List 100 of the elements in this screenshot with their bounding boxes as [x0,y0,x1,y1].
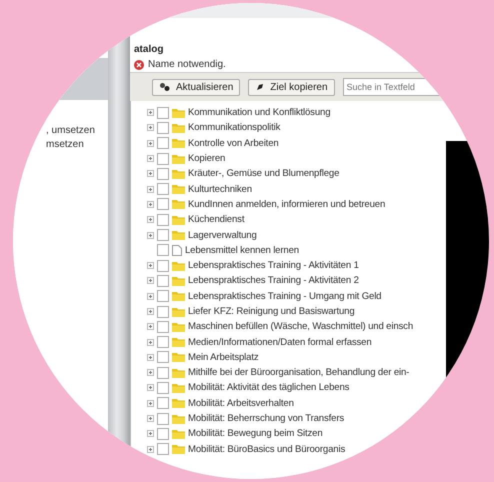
folder-icon [172,214,185,225]
checkbox[interactable] [157,336,169,348]
sidebar-text: , umsetzen [46,125,95,136]
folder-icon [172,108,185,118]
checkbox[interactable] [157,244,169,256]
expand-icon[interactable] [147,216,154,224]
expand-icon[interactable] [147,308,154,315]
tree-item[interactable]: KundInnen anmelden, informieren und betreuen [147,196,386,212]
folder-icon [172,199,185,210]
checkbox[interactable] [157,274,169,287]
folder-icon [172,122,185,133]
tree-item[interactable]: Maschinen befüllen (Wäsche, Waschmittel) und einsch [147,319,414,334]
folder-icon [172,154,185,164]
expand-icon[interactable] [147,430,154,438]
checkbox[interactable] [157,152,169,165]
checkbox[interactable] [157,306,169,318]
tree-item[interactable]: Liefer KFZ: Reinigung und Basiswartung [147,304,355,320]
checkbox[interactable] [157,366,169,379]
expand-icon[interactable] [147,186,154,193]
folder-icon [172,428,185,439]
folder-icon [172,414,185,424]
expand-icon[interactable] [147,323,154,330]
expand-icon[interactable] [147,354,154,361]
expand-icon[interactable] [147,369,154,376]
refresh-icon [159,82,171,92]
checkbox[interactable] [157,198,169,210]
checkbox[interactable] [157,428,169,440]
folder-icon [172,168,185,179]
tree-item[interactable]: Kräuter-, Gemüse und Blumenpflege [147,166,340,182]
expand-icon[interactable] [147,200,154,208]
folder-icon [172,138,185,148]
checkbox[interactable] [157,183,169,196]
copy-icon [255,82,266,92]
tree-item[interactable]: Küchendienst [147,212,244,228]
expand-icon[interactable] [147,277,154,284]
tree-item[interactable]: Kopieren [147,150,226,166]
folder-icon [172,322,185,332]
tree-item[interactable]: Kontrolle von Arbeiten [147,136,279,151]
checkbox[interactable] [157,106,169,119]
checkbox[interactable] [157,320,169,333]
checkbox[interactable] [157,290,169,302]
tree-item[interactable]: Lebenspraktisches Training - Aktivitäten 2 [147,273,359,289]
expand-icon[interactable] [147,124,154,132]
tree-item[interactable]: Mein Arbeitsplatz [147,350,259,366]
tree-item[interactable]: Mobilität: Arbeitsverhalten [147,396,294,411]
folder-icon [172,444,185,454]
expand-icon[interactable] [147,446,154,453]
folder-icon [172,352,185,362]
folder-icon [172,276,185,286]
tree-item[interactable]: Medien/Informationen/Daten formal erfassen [147,334,372,350]
checkbox[interactable] [157,214,169,226]
tree-item[interactable]: Mobilität: Beherrschung von Transfers [147,410,344,426]
tree-item[interactable]: Lebenspraktisches Training - Aktivitäten 1 [147,258,359,274]
checkbox[interactable] [157,168,169,180]
sidebar-text: msetzen [46,139,84,150]
expand-icon[interactable] [147,140,154,147]
expand-icon[interactable] [147,155,154,162]
tree-item[interactable]: Mobilität: Aktivität des täglichen Lebens [147,380,350,396]
refresh-button[interactable]: Aktualisieren [152,78,240,96]
tree-item[interactable]: Lebensmittel kennen lernen [147,242,299,258]
checkbox[interactable] [157,382,169,394]
expand-icon[interactable] [147,400,154,407]
checkbox[interactable] [157,229,169,242]
folder-icon [172,398,185,408]
tree-item[interactable]: Lagerverwaltung [147,227,257,243]
tree-item[interactable]: Mithilfe bei der Büroorganisation, Behandlung der ein- [147,365,410,380]
checkbox[interactable] [157,412,169,425]
expand-icon[interactable] [147,109,154,116]
expand-icon[interactable] [147,415,154,422]
tree-item[interactable]: Mobilität: Bewegung beim Sitzen [147,426,323,442]
checkbox[interactable] [157,351,169,364]
folder-icon [172,230,185,240]
expand-icon[interactable] [147,384,154,392]
tree-item[interactable]: Lebenspraktisches Training - Umgang mit Geld [147,288,382,304]
checkbox[interactable] [157,137,169,150]
tree-item[interactable]: Kommunikation und Konfliktlösung [147,105,330,120]
copy-button[interactable]: Ziel kopieren [248,78,335,96]
checkbox[interactable] [157,397,169,410]
document-icon [172,244,182,256]
tree-item[interactable]: Mobilität: BüroBasics und Büroorganis [147,442,346,457]
folder-icon [172,382,185,393]
folder-icon [172,291,185,302]
expand-icon[interactable] [147,262,154,270]
folder-icon [172,337,185,348]
checkbox[interactable] [157,122,169,134]
expand-icon[interactable] [147,170,154,178]
dialog-title: atalog [134,44,164,55]
checkbox[interactable] [157,443,169,456]
folder-icon [172,368,185,378]
folder-icon [172,260,185,271]
error-message: Name notwendig. [148,59,226,70]
expand-icon[interactable] [147,232,154,239]
expand-icon[interactable] [147,338,154,346]
folder-icon [172,306,185,316]
checkbox[interactable] [157,260,169,272]
tree-item[interactable]: Kulturtechniken [147,181,252,197]
error-icon [134,60,144,70]
expand-icon[interactable] [147,292,154,300]
tree-item[interactable]: Kommunikationspolitik [147,120,280,136]
folder-icon [172,184,185,194]
